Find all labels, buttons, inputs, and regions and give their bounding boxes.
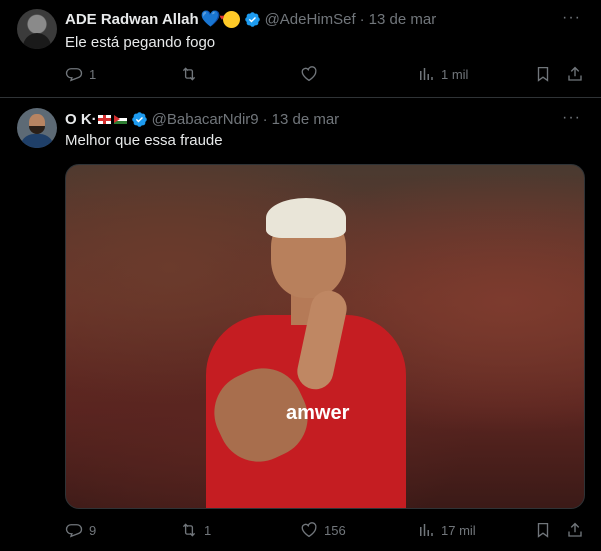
- tweet-text: Melhor que essa fraude: [65, 132, 223, 149]
- tweet-actions: 1 1 mil: [0, 64, 601, 84]
- tweet-date[interactable]: 13 de mar: [369, 11, 437, 28]
- repost-count: 1: [204, 522, 212, 538]
- bookmark-button[interactable]: [534, 520, 552, 540]
- views-button[interactable]: 1 mil: [417, 64, 468, 84]
- like-button[interactable]: [300, 64, 324, 84]
- views-count: 17 mil: [441, 522, 476, 538]
- tweet-header: O K· @BabacarNdir9 · 13 de mar: [65, 109, 339, 129]
- author-handle[interactable]: @AdeHimSef: [265, 11, 356, 28]
- bookmark-icon: [537, 66, 549, 82]
- repost-icon: [182, 523, 196, 537]
- reply-button[interactable]: 9: [65, 520, 96, 540]
- views-count: 1 mil: [441, 66, 469, 82]
- avatar[interactable]: [17, 9, 57, 49]
- separator-dot: ·: [359, 10, 365, 28]
- verified-badge-icon: [244, 11, 260, 27]
- verified-badge-icon: [131, 111, 147, 127]
- repost-icon: [182, 67, 196, 81]
- heart-icon: [301, 66, 317, 82]
- tweet-text: Ele está pegando fogo: [65, 34, 216, 51]
- reply-icon: [65, 68, 83, 82]
- palestine-flag-icon: [113, 114, 127, 124]
- separator-dot: ·: [262, 110, 268, 128]
- bookmark-button[interactable]: [534, 64, 552, 84]
- share-button[interactable]: [566, 64, 584, 84]
- author-handle[interactable]: @BabacarNdir9: [152, 111, 259, 128]
- author-name[interactable]: ADE Radwan Allah: [65, 11, 199, 28]
- reply-icon: [65, 524, 83, 538]
- tweet-date[interactable]: 13 de mar: [272, 111, 340, 128]
- views-icon: [420, 68, 433, 80]
- repost-button[interactable]: [180, 64, 204, 84]
- heart-icon: [301, 522, 317, 538]
- reply-count: 9: [89, 522, 97, 538]
- share-icon: [568, 66, 582, 81]
- like-count: 156: [324, 522, 346, 538]
- share-icon: [568, 522, 582, 537]
- more-options-button[interactable]: ···: [562, 109, 581, 127]
- england-flag-icon: [97, 114, 111, 124]
- player-hair: [266, 198, 346, 238]
- share-button[interactable]: [566, 520, 584, 540]
- tweet-photo[interactable]: amwer: [65, 164, 585, 509]
- avatar[interactable]: [17, 108, 57, 148]
- blue-heart-icon: 💙: [200, 11, 221, 28]
- reply-button[interactable]: 1: [65, 64, 96, 84]
- bookmark-icon: [537, 522, 549, 538]
- views-button[interactable]: 17 mil: [417, 520, 476, 540]
- smiling-face-with-hearts-icon: [220, 10, 240, 28]
- repost-button[interactable]: 1: [180, 520, 211, 540]
- tweet-actions: 9 1 156 17 mil: [0, 520, 601, 540]
- like-button[interactable]: 156: [300, 520, 346, 540]
- author-name[interactable]: O K·: [65, 111, 97, 128]
- tweet-header: ADE Radwan Allah 💙 @AdeHimSef · 13 de ma…: [65, 9, 436, 29]
- views-icon: [420, 524, 433, 536]
- more-options-button[interactable]: ···: [562, 9, 581, 27]
- reply-count: 1: [89, 66, 97, 82]
- shirt-sponsor-text: amwer: [286, 402, 350, 424]
